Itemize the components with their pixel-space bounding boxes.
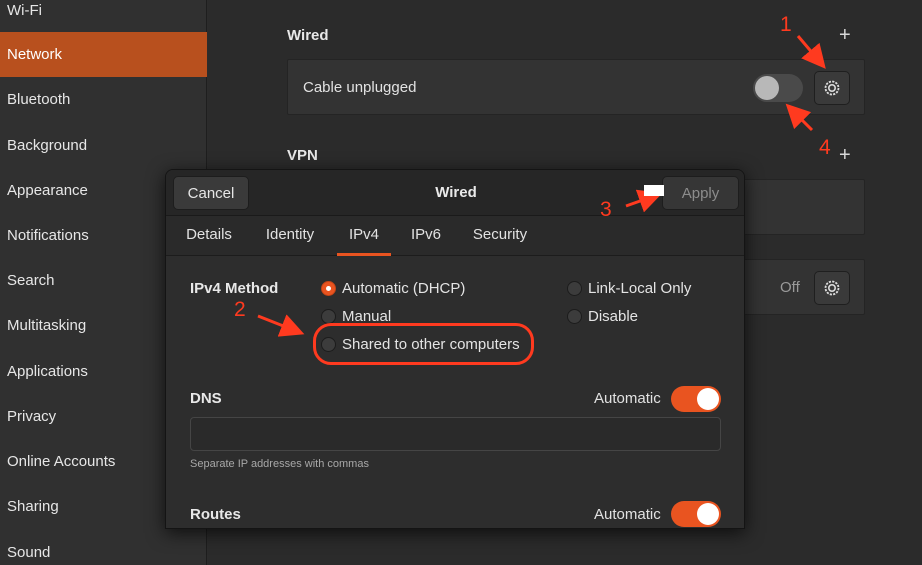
radio[interactable] [321, 308, 336, 324]
dns-label: DNS [190, 390, 222, 407]
annotation-number-4: 4 [819, 136, 831, 159]
dns-hint: Separate IP addresses with commas [190, 458, 369, 470]
radio[interactable] [567, 308, 582, 324]
method-manual-label: Manual [342, 307, 392, 325]
sidebar-item-background[interactable]: Background [0, 123, 207, 168]
method-disable-label: Disable [588, 307, 639, 325]
wired-settings-button[interactable] [814, 71, 850, 105]
wired-connection-row: Cable unplugged [287, 59, 865, 115]
method-automatic-label: Automatic (DHCP) [342, 279, 466, 297]
wired-section-title: Wired [287, 27, 329, 44]
dialog-title: Wired [435, 184, 477, 201]
routes-automatic-label: Automatic [594, 506, 661, 523]
dns-automatic-label: Automatic [594, 390, 661, 407]
sidebar-item-bluetooth[interactable]: Bluetooth [0, 77, 207, 122]
tab-ipv4[interactable]: IPv4 [337, 216, 391, 256]
tab-details[interactable]: Details [178, 216, 240, 256]
method-automatic-dhcp[interactable]: Automatic (DHCP) [321, 277, 465, 299]
shared-method-highlight [313, 323, 534, 365]
cancel-button[interactable]: Cancel [173, 176, 249, 210]
sidebar-item-wifi[interactable]: Wi-Fi [0, 0, 207, 33]
toggle-knob [697, 503, 719, 525]
proxy-status-label: Off [780, 279, 800, 296]
annotation-number-3: 3 [600, 198, 612, 221]
wired-status-label: Cable unplugged [303, 79, 417, 96]
dialog-tabs: Details Identity IPv4 IPv6 Security [166, 216, 744, 256]
gear-icon [824, 80, 840, 96]
vpn-section-title: VPN [287, 147, 318, 164]
radio[interactable] [567, 280, 582, 296]
routes-automatic-toggle[interactable] [671, 501, 721, 527]
tab-ipv6[interactable]: IPv6 [404, 216, 448, 256]
ipv4-method-label: IPv4 Method [190, 280, 279, 297]
sidebar-item-sound[interactable]: Sound [0, 530, 207, 565]
toggle-knob [697, 388, 719, 410]
method-link-local-label: Link-Local Only [588, 279, 692, 297]
apply-button[interactable]: Apply [662, 176, 739, 210]
tab-security[interactable]: Security [463, 216, 537, 256]
dialog-header: Wired Cancel Apply [166, 170, 744, 216]
add-vpn-plus-icon[interactable]: + [839, 145, 851, 165]
gear-icon [824, 280, 840, 296]
method-link-local[interactable]: Link-Local Only [567, 277, 691, 299]
dns-automatic-toggle[interactable] [671, 386, 721, 412]
dns-input[interactable] [190, 417, 721, 451]
sidebar-item-network[interactable]: Network [0, 32, 207, 77]
annotation-number-2: 2 [234, 298, 246, 321]
proxy-settings-button[interactable] [814, 271, 850, 305]
radio-checked[interactable] [321, 280, 336, 296]
annotation-number-1: 1 [780, 13, 792, 36]
method-disable[interactable]: Disable [567, 305, 638, 327]
tab-identity[interactable]: Identity [256, 216, 324, 256]
add-wired-plus-icon[interactable]: + [839, 25, 851, 45]
routes-label: Routes [190, 506, 241, 523]
wired-toggle[interactable] [753, 74, 803, 102]
toggle-knob [755, 76, 779, 100]
